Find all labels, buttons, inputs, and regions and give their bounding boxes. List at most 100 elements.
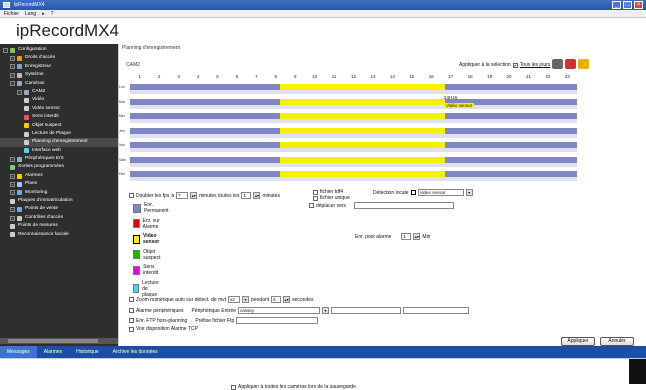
menu-lang[interactable]: Lang [25,10,36,17]
clear-tool-icon[interactable] [565,59,576,69]
sidebar-item[interactable]: − Configuration [0,46,118,54]
zoom-select[interactable]: x2 [228,296,241,303]
sidebar-item[interactable]: Plaques d'immatriculation [0,197,118,205]
legend-item[interactable]: Objet suspect [133,249,163,261]
every-input[interactable]: 1 [241,192,252,199]
fichier-unique-checkbox[interactable] [313,195,318,201]
minimize-button[interactable]: _ [612,1,621,9]
sidebar-item[interactable]: + Plans [0,180,118,188]
sidebar-item[interactable]: + Alarmes [0,172,118,180]
tree-toggle-icon[interactable]: + [10,173,15,179]
every-spinner[interactable]: ▴▾ [253,192,261,199]
edit-tool-icon[interactable] [552,59,563,69]
scrollbar-thumb[interactable] [8,339,98,343]
legend-swatch[interactable] [133,234,140,244]
deplacer-checkbox[interactable] [309,203,314,208]
prefix-ftp-input[interactable] [236,317,319,324]
sidebar-item[interactable]: + Enregistreur [0,63,118,71]
sidebar-item[interactable]: + Périphériques E/S [0,155,118,163]
tab-archive[interactable]: Archive les données [106,346,165,358]
sidebar-item[interactable]: Vidéo sensor [0,105,118,113]
schedule-grid[interactable]: 1 2 3 4 5 6 7 8 9 10 11 12 13 14 15 16 17 18 19 20 21 22 23 Lu… [119,73,577,186]
menu-help[interactable]: ? [51,10,54,17]
zoom-checkbox[interactable] [129,297,134,302]
tree-toggle-icon[interactable]: − [3,47,8,53]
legend-item[interactable]: Enr. sur Alarme [133,218,162,230]
tree-toggle-icon[interactable]: + [10,72,15,78]
schedule-subrow[interactable] [130,104,577,109]
sidebar-item[interactable]: + Système [0,71,118,79]
tree-toggle-icon[interactable]: + [10,190,15,196]
legend-swatch[interactable] [133,250,141,259]
schedule-subrow[interactable] [130,148,577,152]
sidebar-item[interactable]: Reconnaissance faciale [0,231,118,239]
periph-select[interactable]: cassey [238,307,321,314]
warning-tool-icon[interactable] [578,59,589,69]
cancel-button[interactable]: Annuler [600,337,634,346]
maximize-button[interactable]: □ [623,1,632,9]
sidebar-item[interactable]: Lecture de Plaque [0,130,118,138]
detection-checkbox[interactable] [410,190,416,195]
legend-swatch[interactable] [133,284,140,293]
alarm-periph-checkbox[interactable] [129,308,134,313]
periph-dropdown-icon[interactable]: ▾ [322,307,330,314]
sidebar-item[interactable]: Sorties programmées [0,163,118,171]
sidebar-item[interactable]: + Points de vente [0,205,118,213]
menu-arrow[interactable]: ▸ [42,10,45,17]
sidebar-item[interactable]: Interface web [0,147,118,155]
zoom-dropdown-icon[interactable]: ▾ [242,296,250,303]
periph-extra-input-2[interactable] [403,307,470,314]
apply-button[interactable]: Appliquer [561,337,595,346]
tree-toggle-icon[interactable]: + [10,64,15,70]
pendant-spinner[interactable]: ▴▾ [283,296,291,303]
menu-fichier[interactable]: Fichier [4,10,19,17]
sidebar-item[interactable]: Objet suspect [0,122,118,130]
fichier-tdf-checkbox[interactable] [313,189,318,195]
fps-input[interactable]: 7 [176,192,189,199]
detection-select[interactable]: Video sensor [417,189,464,196]
tab-messages[interactable]: Messages [0,346,37,358]
sidebar-item[interactable]: Planning d'enregistrement [0,138,118,147]
legend-swatch[interactable] [133,265,141,275]
sidebar-item[interactable]: − Caméras [0,80,118,88]
post-alarm-input[interactable]: 1 [401,233,412,240]
tree-toggle-icon[interactable]: + [10,156,15,162]
sidebar-item[interactable]: Sens interdit [0,113,118,121]
view-alarm-checkbox[interactable] [129,326,134,332]
close-button[interactable]: × [634,1,643,9]
sidebar-item[interactable]: + Monitoring [0,189,118,197]
deplacer-input[interactable] [354,202,455,209]
tree-toggle-icon[interactable]: + [10,215,15,221]
apply-all-checkbox[interactable] [231,384,236,390]
tree-toggle-icon[interactable]: − [10,81,15,87]
legend-item[interactable]: Video sensor [133,233,162,245]
post-alarm-spinner[interactable]: ▴▾ [413,233,421,240]
legend-item[interactable]: Enr. Permanent [133,202,170,214]
sidebar-item[interactable]: + Contrôles d'accès [0,214,118,222]
ftp-checkbox[interactable] [129,318,134,323]
legend-swatch[interactable] [133,219,140,228]
schedule-subrow[interactable] [130,133,577,138]
double-fps-checkbox[interactable] [129,193,134,198]
schedule-subrow[interactable] [130,162,577,167]
tree-toggle-icon[interactable]: + [10,56,15,62]
tab-alarmes[interactable]: Alarmes [37,346,69,358]
schedule-subrow[interactable] [130,119,577,123]
legend-swatch[interactable] [133,203,142,213]
legend-item[interactable]: Lecture de plaque [133,280,163,298]
schedule-subrow[interactable] [130,90,577,94]
legend-item[interactable]: Sens interdit [133,264,161,276]
sidebar-item[interactable]: + Droits d'accès [0,54,118,62]
sidebar-scrollbar[interactable] [0,338,118,344]
tab-historique[interactable]: Historique [69,346,106,358]
tree-toggle-icon[interactable]: + [10,207,15,213]
tree-toggle-icon[interactable]: + [10,181,15,187]
schedule-subrow[interactable] [130,177,577,181]
sidebar-item[interactable]: − CAM2 [0,88,118,96]
all-days-checkbox[interactable] [512,62,518,68]
sidebar-item[interactable]: Points de mesures [0,222,118,230]
sidebar-item[interactable]: Vidéo [0,96,118,104]
detection-dropdown-icon[interactable]: ▾ [465,189,473,196]
fps-spinner[interactable]: ▴▾ [190,192,198,199]
pendant-input[interactable]: 5 [271,296,282,303]
